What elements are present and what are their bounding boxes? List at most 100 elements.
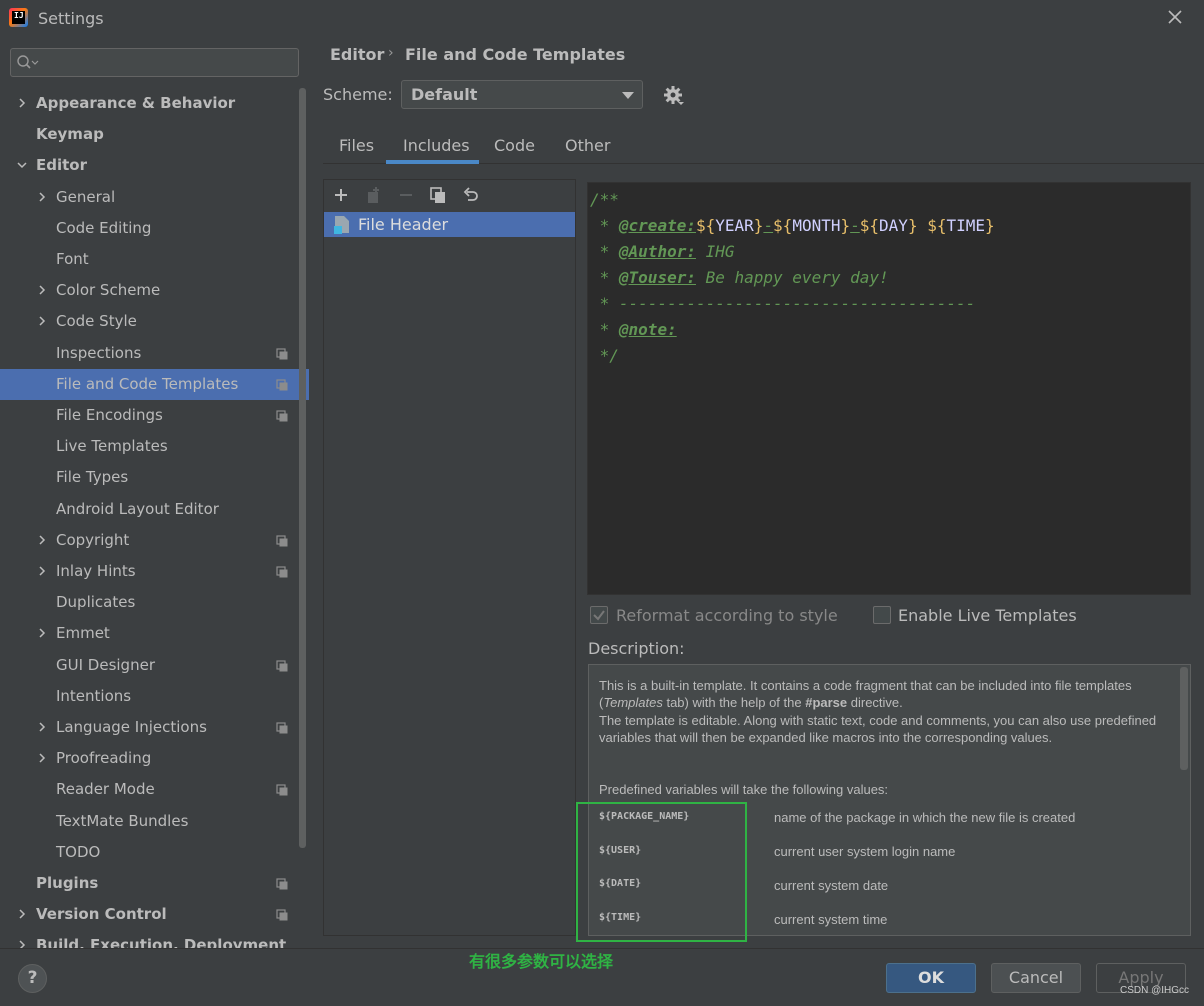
scheme-dropdown[interactable]: Default — [401, 80, 643, 109]
sidebar-item-duplicates[interactable]: Duplicates — [0, 587, 309, 618]
sidebar-item-label: Appearance & Behavior — [36, 94, 236, 112]
chevron-right-icon[interactable] — [36, 721, 48, 733]
variable-description: current system time — [774, 912, 888, 927]
title-bar: IJ Settings — [0, 0, 1204, 36]
variable-description: current system date — [774, 878, 889, 893]
sidebar-item-gui-designer[interactable]: GUI Designer — [0, 650, 309, 681]
help-button[interactable]: ? — [18, 964, 47, 993]
description-intro: This is a built-in template. It contains… — [599, 678, 1132, 710]
sidebar-item-language-injections[interactable]: Language Injections — [0, 712, 309, 743]
remove-icon — [400, 194, 412, 196]
sidebar-item-inspections[interactable]: Inspections — [0, 338, 309, 369]
sidebar-item-label: Emmet — [56, 624, 110, 642]
tab-files[interactable]: Files — [339, 136, 374, 155]
tab-other[interactable]: Other — [565, 136, 610, 155]
chevron-right-icon[interactable] — [16, 97, 28, 109]
chevron-right-icon[interactable] — [16, 939, 28, 948]
sidebar-item-build-execution-deployment[interactable]: Build, Execution, Deployment — [0, 930, 309, 948]
annotation-highlight-box — [576, 802, 747, 942]
sidebar-item-file-types[interactable]: File Types — [0, 462, 309, 493]
sidebar-item-font[interactable]: Font — [0, 244, 309, 275]
sidebar-item-label: Proofreading — [56, 749, 152, 767]
reset-icon[interactable] — [462, 186, 480, 204]
window-title: Settings — [38, 9, 104, 28]
ok-button[interactable]: OK — [886, 963, 976, 993]
close-icon[interactable] — [1166, 8, 1184, 26]
sidebar-item-emmet[interactable]: Emmet — [0, 618, 309, 649]
sidebar-item-live-templates[interactable]: Live Templates — [0, 431, 309, 462]
description-scrollbar[interactable] — [1180, 667, 1188, 770]
sidebar-item-editor[interactable]: Editor — [0, 150, 309, 181]
sidebar-item-textmate-bundles[interactable]: TextMate Bundles — [0, 806, 309, 837]
template-list-panel: File Header — [323, 179, 576, 936]
search-input[interactable] — [10, 48, 299, 77]
chevron-right-icon[interactable] — [36, 191, 48, 203]
sidebar-item-color-scheme[interactable]: Color Scheme — [0, 275, 309, 306]
tab-includes[interactable]: Includes — [403, 136, 470, 155]
sidebar-item-label: Intentions — [56, 687, 132, 705]
gear-icon[interactable] — [663, 85, 685, 107]
sidebar-item-keymap[interactable]: Keymap — [0, 119, 309, 150]
sidebar-item-code-style[interactable]: Code Style — [0, 306, 309, 337]
sidebar-item-general[interactable]: General — [0, 182, 309, 213]
tree-scrollbar[interactable] — [299, 88, 306, 848]
chevron-right-icon[interactable] — [36, 627, 48, 639]
list-item[interactable]: File Header — [324, 212, 575, 237]
sidebar-item-appearance-behavior[interactable]: Appearance & Behavior — [0, 88, 309, 119]
sidebar-item-label: TODO — [56, 843, 101, 861]
description-paragraph: The template is editable. Along with sta… — [599, 713, 1157, 745]
chevron-down-icon[interactable] — [16, 159, 28, 171]
sidebar-item-file-and-code-templates[interactable]: File and Code Templates — [0, 369, 309, 400]
template-code-editor[interactable]: /** * @create:${YEAR}-${MONTH}-${DAY} ${… — [587, 182, 1191, 595]
sidebar-item-label: TextMate Bundles — [56, 812, 189, 830]
sidebar-item-inlay-hints[interactable]: Inlay Hints — [0, 556, 309, 587]
chevron-right-icon[interactable] — [36, 534, 48, 546]
sidebar-item-label: Live Templates — [56, 437, 168, 455]
project-scope-icon — [276, 566, 288, 578]
sidebar-item-label: Language Injections — [56, 718, 207, 736]
chevron-down-icon — [622, 92, 634, 99]
sidebar-item-label: Code Editing — [56, 219, 152, 237]
sidebar-item-label: File Types — [56, 468, 129, 486]
code-line: * ------------------------------------- — [590, 294, 976, 313]
sidebar-item-proofreading[interactable]: Proofreading — [0, 743, 309, 774]
sidebar-item-file-encodings[interactable]: File Encodings — [0, 400, 309, 431]
sidebar-item-label: GUI Designer — [56, 656, 155, 674]
chevron-right-icon[interactable] — [36, 315, 48, 327]
cancel-button[interactable]: Cancel — [991, 963, 1081, 993]
active-tab-indicator — [386, 160, 479, 164]
project-scope-icon — [276, 348, 288, 360]
sidebar-item-android-layout-editor[interactable]: Android Layout Editor — [0, 494, 309, 525]
reformat-checkbox[interactable] — [590, 606, 608, 624]
sidebar-item-copyright[interactable]: Copyright — [0, 525, 309, 556]
sidebar-item-label: Inlay Hints — [56, 562, 136, 580]
sidebar-item-label: Copyright — [56, 531, 130, 549]
sidebar-item-code-editing[interactable]: Code Editing — [0, 213, 309, 244]
reformat-label: Reformat according to style — [616, 606, 838, 625]
tab-code[interactable]: Code — [494, 136, 535, 155]
project-scope-icon — [276, 660, 288, 672]
code-line: */ — [590, 346, 619, 365]
chevron-right-icon[interactable] — [36, 752, 48, 764]
sidebar-item-intentions[interactable]: Intentions — [0, 681, 309, 712]
java-file-icon — [334, 216, 349, 234]
sidebar-item-version-control[interactable]: Version Control — [0, 899, 309, 930]
sidebar-item-todo[interactable]: TODO — [0, 837, 309, 868]
sidebar-item-label: File Encodings — [56, 406, 163, 424]
scheme-value: Default — [411, 85, 478, 104]
breadcrumb-parent[interactable]: Editor — [330, 45, 384, 64]
copy-icon[interactable] — [429, 186, 447, 204]
add-icon[interactable] — [332, 186, 350, 204]
sidebar-item-label: Code Style — [56, 312, 137, 330]
chevron-right-icon[interactable] — [36, 565, 48, 577]
sidebar-item-label: General — [56, 188, 116, 206]
project-scope-icon — [276, 878, 288, 890]
list-toolbar — [324, 180, 575, 212]
chevron-right-icon[interactable] — [36, 284, 48, 296]
chevron-right-icon[interactable] — [16, 908, 28, 920]
sidebar-item-plugins[interactable]: Plugins — [0, 868, 309, 899]
live-templates-checkbox[interactable] — [873, 606, 891, 624]
page-title: File and Code Templates — [405, 45, 626, 64]
sidebar-item-reader-mode[interactable]: Reader Mode — [0, 774, 309, 805]
sidebar-item-label: Reader Mode — [56, 780, 155, 798]
